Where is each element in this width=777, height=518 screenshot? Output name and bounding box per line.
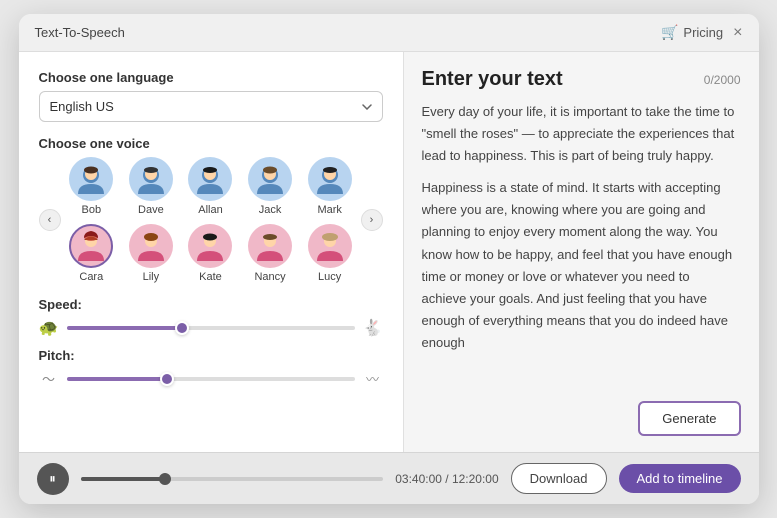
voice-avatar-nancy bbox=[248, 224, 292, 268]
voice-avatar-cara bbox=[69, 224, 113, 268]
voice-next-arrow[interactable]: › bbox=[361, 209, 383, 231]
text-area-title: Enter your text bbox=[422, 68, 563, 91]
voice-name-mark: Mark bbox=[317, 204, 341, 216]
close-button[interactable]: × bbox=[733, 25, 742, 41]
app-window: Text-To-Speech 🛒 Pricing × Choose one la… bbox=[19, 14, 759, 504]
voice-row-1: Bob bbox=[65, 157, 357, 216]
voice-avatar-bob bbox=[69, 157, 113, 201]
voice-grid: Bob bbox=[65, 157, 357, 283]
voice-item-bob[interactable]: Bob bbox=[65, 157, 119, 216]
pitch-slider-row: 〜 〰 bbox=[39, 369, 383, 388]
bottom-bar: ⏸ 03:40:00 / 12:20:00 Download Add to ti… bbox=[19, 452, 759, 504]
title-bar-actions: 🛒 Pricing × bbox=[661, 24, 743, 41]
pricing-button[interactable]: 🛒 Pricing bbox=[661, 24, 723, 41]
speed-slow-icon: 🐢 bbox=[39, 318, 59, 338]
voice-item-kate[interactable]: Kate bbox=[184, 224, 238, 283]
voice-name-jack: Jack bbox=[259, 204, 282, 216]
pitch-label: Pitch: bbox=[39, 348, 383, 363]
pitch-slider-thumb bbox=[160, 372, 174, 386]
speed-slider-row: 🐢 🐇 bbox=[39, 318, 383, 338]
voice-item-cara[interactable]: Cara bbox=[65, 224, 119, 283]
speed-slider[interactable] bbox=[67, 326, 355, 330]
char-count: 0/2000 bbox=[704, 73, 741, 87]
language-section-label: Choose one language bbox=[39, 70, 383, 85]
voice-section-label: Choose one voice bbox=[39, 136, 383, 151]
pitch-low-icon: 〜 bbox=[39, 369, 59, 388]
generate-btn-wrapper: Generate bbox=[422, 401, 741, 436]
generate-button[interactable]: Generate bbox=[638, 401, 740, 436]
voice-item-lily[interactable]: Lily bbox=[124, 224, 178, 283]
voice-prev-arrow[interactable]: ‹ bbox=[39, 209, 61, 231]
add-to-timeline-button[interactable]: Add to timeline bbox=[619, 464, 741, 493]
voice-item-dave[interactable]: Dave bbox=[124, 157, 178, 216]
voice-avatar-lucy bbox=[308, 224, 352, 268]
title-bar: Text-To-Speech 🛒 Pricing × bbox=[19, 14, 759, 52]
voice-name-lily: Lily bbox=[143, 271, 160, 283]
text-paragraph-1: Every day of your life, it is important … bbox=[422, 101, 737, 167]
text-paragraph-2: Happiness is a state of mind. It starts … bbox=[422, 177, 737, 354]
main-content: Choose one language English US Choose on… bbox=[19, 52, 759, 452]
voice-name-lucy: Lucy bbox=[318, 271, 341, 283]
voice-item-nancy[interactable]: Nancy bbox=[243, 224, 297, 283]
app-title: Text-To-Speech bbox=[35, 25, 125, 40]
voice-item-allan[interactable]: Allan bbox=[184, 157, 238, 216]
pitch-high-icon: 〰 bbox=[363, 369, 383, 388]
language-select[interactable]: English US bbox=[39, 91, 383, 122]
voice-name-kate: Kate bbox=[199, 271, 222, 283]
voice-item-mark[interactable]: Mark bbox=[303, 157, 357, 216]
progress-thumb bbox=[159, 473, 171, 485]
speed-label: Speed: bbox=[39, 297, 383, 312]
pitch-section: Pitch: 〜 〰 bbox=[39, 348, 383, 388]
voice-item-jack[interactable]: Jack bbox=[243, 157, 297, 216]
speed-slider-thumb bbox=[175, 321, 189, 335]
time-display: 03:40:00 / 12:20:00 bbox=[395, 472, 498, 486]
voice-name-bob: Bob bbox=[82, 204, 102, 216]
speed-fast-icon: 🐇 bbox=[363, 318, 383, 338]
download-button[interactable]: Download bbox=[511, 463, 607, 494]
right-panel: Enter your text 0/2000 Every day of your… bbox=[404, 52, 759, 452]
voice-row-2: Cara Lily bbox=[65, 224, 357, 283]
voice-name-nancy: Nancy bbox=[254, 271, 285, 283]
voice-avatar-dave bbox=[129, 157, 173, 201]
voice-avatar-jack bbox=[248, 157, 292, 201]
voice-name-cara: Cara bbox=[79, 271, 103, 283]
pricing-label: Pricing bbox=[683, 25, 723, 40]
language-section: Choose one language English US bbox=[39, 70, 383, 122]
voice-item-lucy[interactable]: Lucy bbox=[303, 224, 357, 283]
play-pause-button[interactable]: ⏸ bbox=[37, 463, 69, 495]
pitch-slider[interactable] bbox=[67, 377, 355, 381]
pause-icon: ⏸ bbox=[49, 471, 56, 487]
voice-name-dave: Dave bbox=[138, 204, 164, 216]
voice-avatar-allan bbox=[188, 157, 232, 201]
progress-bar-fill bbox=[81, 477, 166, 481]
left-panel: Choose one language English US Choose on… bbox=[19, 52, 404, 452]
voice-name-allan: Allan bbox=[198, 204, 222, 216]
slider-section: Speed: 🐢 🐇 Pitch: 〜 bbox=[39, 297, 383, 388]
voice-section: Choose one voice ‹ bbox=[39, 136, 383, 283]
speed-section: Speed: 🐢 🐇 bbox=[39, 297, 383, 338]
voice-avatar-kate bbox=[188, 224, 232, 268]
voice-avatar-lily bbox=[129, 224, 173, 268]
progress-bar[interactable] bbox=[81, 477, 384, 481]
cart-icon: 🛒 bbox=[661, 24, 678, 41]
voice-grid-wrapper: ‹ bbox=[39, 157, 383, 283]
text-header: Enter your text 0/2000 bbox=[422, 68, 741, 91]
text-area[interactable]: Every day of your life, it is important … bbox=[422, 101, 741, 391]
voice-avatar-mark bbox=[308, 157, 352, 201]
